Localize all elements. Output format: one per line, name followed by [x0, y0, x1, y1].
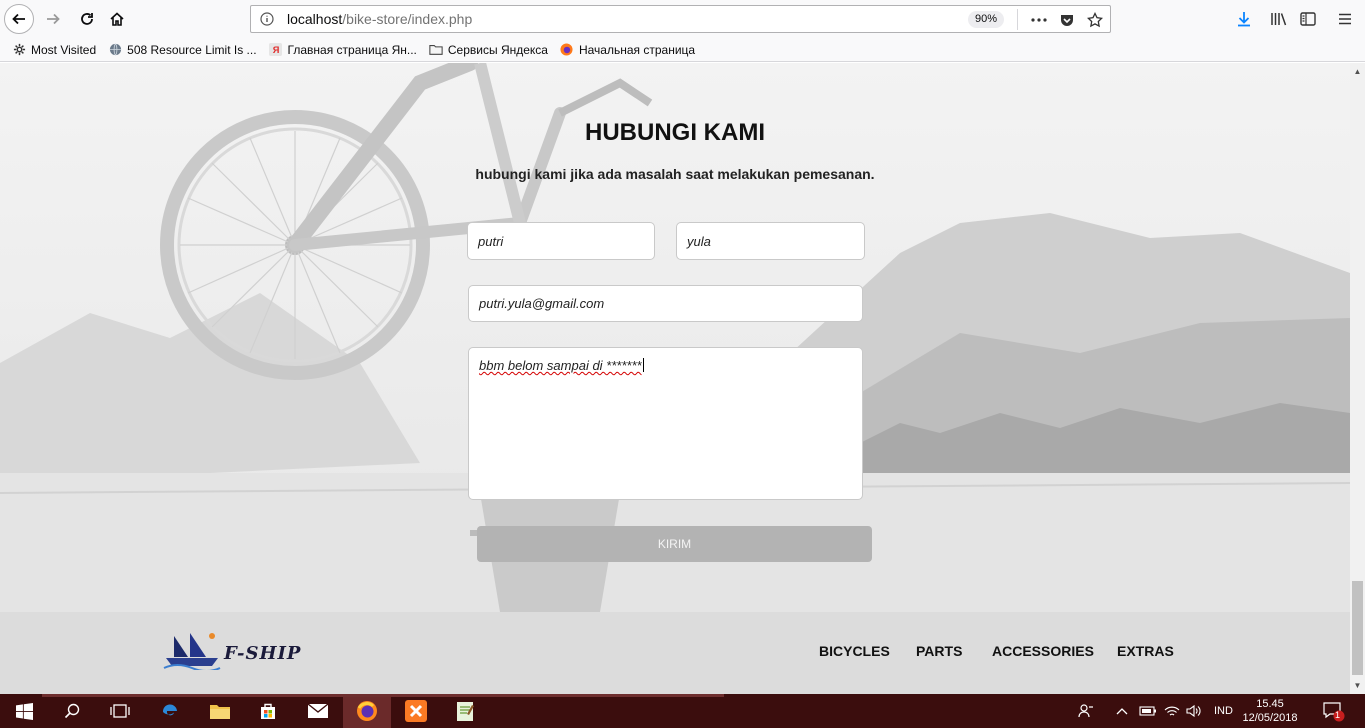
bookmark-yandex-home[interactable]: Я Главная страница Ян... [269, 43, 417, 57]
notification-count-badge: 1 [1335, 710, 1341, 720]
forward-button[interactable] [38, 4, 68, 34]
reload-icon [81, 13, 93, 25]
downloads-icon[interactable] [1233, 8, 1255, 30]
contact-section: HUBUNGI KAMI hubungi kami jika ada masal… [0, 63, 1350, 612]
chevron-up-icon[interactable] [1116, 694, 1128, 728]
bookmark-star-icon[interactable] [1084, 9, 1106, 31]
last-name-input[interactable]: yula [676, 222, 865, 260]
back-button[interactable] [4, 4, 34, 34]
menu-icon[interactable] [1334, 8, 1356, 30]
bookmark-label: Сервисы Яндекса [447, 42, 548, 57]
page-scrollbar[interactable]: ▲ ▼ [1350, 63, 1365, 694]
nav-extras[interactable]: EXTRAS [1117, 643, 1174, 659]
battery-icon[interactable] [1139, 694, 1157, 728]
notepad-icon[interactable] [441, 694, 489, 728]
yandex-icon: Я [269, 43, 283, 57]
home-icon [110, 12, 124, 26]
bookmark-label: Начальная страница [578, 42, 696, 57]
site-footer: F-SHIP BICYCLES PARTS ACCESSORIES EXTRAS [0, 612, 1350, 694]
browser-toolbar: localhost/bike-store/index.php 90% [0, 0, 1365, 38]
ship-logo-icon [163, 633, 221, 672]
svg-text:Я: Я [273, 45, 280, 55]
email-input[interactable]: putri.yula@gmail.com [468, 285, 863, 322]
first-name-input[interactable]: putri [467, 222, 655, 260]
taskbar-progress-strip [42, 694, 724, 697]
clock-date: 12/05/2018 [1242, 712, 1298, 724]
url-divider [1017, 9, 1018, 30]
nav-accessories[interactable]: ACCESSORIES [992, 643, 1094, 659]
start-button[interactable] [0, 694, 48, 728]
arrow-left-icon [12, 13, 25, 25]
volume-icon[interactable] [1186, 694, 1202, 728]
reload-button[interactable] [72, 4, 102, 34]
url-bar[interactable]: localhost/bike-store/index.php 90% [250, 5, 1111, 33]
firefox-icon [560, 43, 574, 57]
page-title: HUBUNGI KAMI [585, 119, 765, 146]
site-logo[interactable]: F-SHIP [162, 630, 302, 676]
zoom-level-badge[interactable]: 90% [967, 11, 1004, 28]
page-subtitle: hubungi kami jika ada masalah saat melak… [475, 166, 875, 182]
bookmark-start-page[interactable]: Начальная страница [560, 43, 695, 57]
library-icon[interactable] [1268, 8, 1290, 30]
input-language[interactable]: IND [1214, 694, 1233, 728]
page-viewport: HUBUNGI KAMI hubungi kami jika ada masal… [0, 63, 1350, 694]
search-icon[interactable] [48, 694, 96, 728]
clock-time: 15.45 [1256, 698, 1284, 710]
bookmark-yandex-services[interactable]: Сервисы Яндекса [429, 43, 548, 57]
windows-taskbar: IND 15.45 12/05/2018 1 [0, 694, 1365, 728]
message-textarea[interactable]: bbm belom sampai di ******* [468, 347, 863, 500]
xampp-icon[interactable] [392, 694, 440, 728]
task-view-icon[interactable] [96, 694, 144, 728]
mail-icon[interactable] [294, 694, 342, 728]
wifi-icon[interactable] [1164, 694, 1180, 728]
page-actions-icon[interactable] [1028, 9, 1050, 31]
url-host: localhost [287, 11, 343, 27]
message-text: bbm belom sampai di ******* [479, 358, 642, 373]
notifications-button[interactable]: 1 [1322, 694, 1346, 728]
windows-logo-icon [15, 702, 33, 720]
bookmark-label: 508 Resource Limit Is ... [127, 42, 257, 57]
info-icon[interactable] [257, 12, 277, 26]
gear-icon [12, 43, 26, 57]
store-icon[interactable] [244, 694, 292, 728]
scroll-down-icon[interactable]: ▼ [1350, 677, 1365, 694]
scrollbar-thumb[interactable] [1352, 581, 1363, 675]
arrow-right-icon [47, 13, 60, 25]
logo-text: F-SHIP [224, 643, 302, 664]
bookmark-label: Главная страница Ян... [287, 42, 417, 57]
bookmarks-bar: Most Visited 508 Resource Limit Is ... Я… [0, 38, 1365, 62]
bookmark-most-visited[interactable]: Most Visited [12, 43, 96, 57]
system-clock[interactable]: 15.45 12/05/2018 [1240, 697, 1300, 725]
bookmark-label: Most Visited [31, 42, 97, 57]
home-button[interactable] [102, 4, 132, 34]
people-icon[interactable] [1078, 694, 1094, 728]
bookmark-resource-limit[interactable]: 508 Resource Limit Is ... [108, 42, 257, 57]
action-center-icon [1323, 702, 1345, 722]
folder-icon [429, 43, 443, 57]
file-explorer-icon[interactable] [196, 694, 244, 728]
nav-bicycles[interactable]: BICYCLES [819, 643, 890, 659]
pocket-icon[interactable] [1056, 9, 1078, 31]
globe-icon [108, 43, 122, 57]
text-caret [642, 358, 644, 372]
sidebar-icon[interactable] [1297, 8, 1319, 30]
url-path: /bike-store/index.php [342, 11, 473, 27]
submit-button[interactable]: KIRIM [477, 526, 872, 562]
edge-icon[interactable] [146, 694, 194, 728]
firefox-taskbar-icon[interactable] [343, 694, 391, 728]
scroll-up-icon[interactable]: ▲ [1350, 63, 1365, 80]
nav-parts[interactable]: PARTS [916, 643, 962, 659]
